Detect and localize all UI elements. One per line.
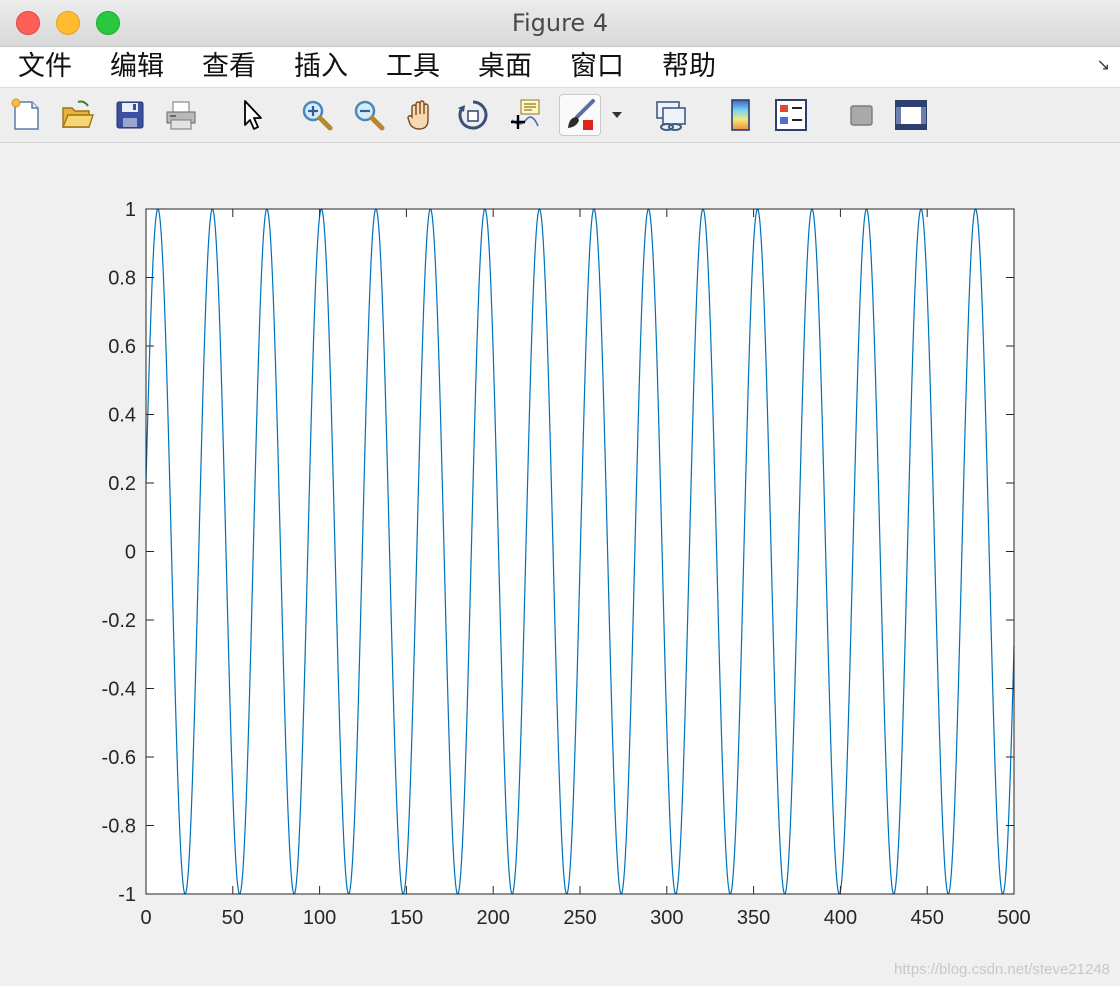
watermark-text: https://blog.csdn.net/steve21248 xyxy=(894,961,1110,978)
x-tick-label: 200 xyxy=(477,907,510,929)
x-tick-label: 150 xyxy=(390,907,423,929)
data-cursor-button[interactable] xyxy=(508,98,542,132)
y-tick-label: -0.2 xyxy=(102,610,136,632)
x-tick-label: 50 xyxy=(222,907,244,929)
link-plot-button[interactable] xyxy=(654,98,688,132)
show-plot-tools-icon xyxy=(895,100,927,130)
y-tick-label: 1 xyxy=(125,199,136,221)
y-tick-label: 0 xyxy=(125,542,136,564)
y-tick-label: 0.8 xyxy=(108,268,136,290)
open-file-button[interactable] xyxy=(60,98,94,132)
legend-icon xyxy=(775,99,807,131)
zoom-in-button[interactable] xyxy=(300,98,334,132)
y-tick-label: 0.2 xyxy=(108,473,136,495)
y-tick-label: -0.6 xyxy=(102,747,136,769)
brush-dropdown-icon[interactable] xyxy=(612,112,622,118)
print-icon xyxy=(166,101,196,130)
rotate-3d-button[interactable] xyxy=(456,98,490,132)
new-figure-icon xyxy=(11,98,39,130)
x-tick-label: 250 xyxy=(563,907,596,929)
pan-hand-icon xyxy=(407,100,429,130)
hide-plot-tools-button[interactable] xyxy=(844,98,878,132)
menu-help[interactable]: 帮助 xyxy=(662,47,716,87)
x-tick-label: 0 xyxy=(140,907,151,929)
link-plot-icon xyxy=(656,101,686,131)
y-tick-label: -0.4 xyxy=(102,679,136,701)
menu-file[interactable]: 文件 xyxy=(18,47,72,87)
menu-edit[interactable]: 编辑 xyxy=(110,47,164,87)
zoom-out-icon xyxy=(354,100,385,131)
x-tick-label: 450 xyxy=(911,907,944,929)
zoom-out-button[interactable] xyxy=(352,98,386,132)
save-icon xyxy=(116,101,144,129)
hide-plot-tools-icon xyxy=(850,105,873,126)
brush-button[interactable] xyxy=(559,94,601,136)
dock-figure-icon[interactable]: ↘ xyxy=(1097,55,1110,74)
edit-plot-button[interactable] xyxy=(236,98,270,132)
menu-insert[interactable]: 插入 xyxy=(294,47,348,87)
x-tick-label: 500 xyxy=(997,907,1030,929)
print-button[interactable] xyxy=(164,98,198,132)
new-figure-button[interactable] xyxy=(10,98,44,132)
figure-canvas[interactable]: 0 50 100 150 200 250 300 350 400 450 500 1 0.8 0.6 0.4… xyxy=(0,143,1120,986)
plot-axes[interactable]: 0 50 100 150 200 250 300 350 400 450 500 1 0.8 0.6 0.4… xyxy=(0,143,1120,986)
show-plot-tools-button[interactable] xyxy=(894,98,928,132)
open-file-icon xyxy=(61,100,94,128)
y-tick-label: 0.4 xyxy=(108,405,136,427)
brush-icon xyxy=(568,99,595,130)
y-tick-label: -1 xyxy=(118,884,136,906)
x-tick-label: 400 xyxy=(824,907,857,929)
x-tick-label: 350 xyxy=(737,907,770,929)
y-tick-label: -0.8 xyxy=(102,816,136,838)
pan-button[interactable] xyxy=(404,98,438,132)
menu-bar: 文件 编辑 查看 插入 工具 桌面 窗口 帮助 ↘ xyxy=(0,47,1120,88)
zoom-in-icon xyxy=(302,100,333,131)
menu-window[interactable]: 窗口 xyxy=(570,47,624,87)
y-tick-label: 0.6 xyxy=(108,336,136,358)
save-button[interactable] xyxy=(113,98,147,132)
window-title: Figure 4 xyxy=(511,9,609,37)
menu-view[interactable]: 查看 xyxy=(202,47,256,87)
rotate-3d-icon xyxy=(458,100,488,130)
x-tick-label: 100 xyxy=(303,907,336,929)
x-tick-label: 300 xyxy=(650,907,683,929)
legend-button[interactable] xyxy=(774,98,808,132)
colorbar-button[interactable] xyxy=(724,98,758,132)
menu-tools[interactable]: 工具 xyxy=(386,47,440,87)
title-bar: Figure 4 xyxy=(0,0,1120,47)
figure-toolbar xyxy=(0,88,1120,143)
colorbar-icon xyxy=(731,99,750,131)
menu-desktop[interactable]: 桌面 xyxy=(478,47,532,87)
edit-plot-pointer-icon xyxy=(244,100,262,130)
data-cursor-icon xyxy=(511,99,540,129)
